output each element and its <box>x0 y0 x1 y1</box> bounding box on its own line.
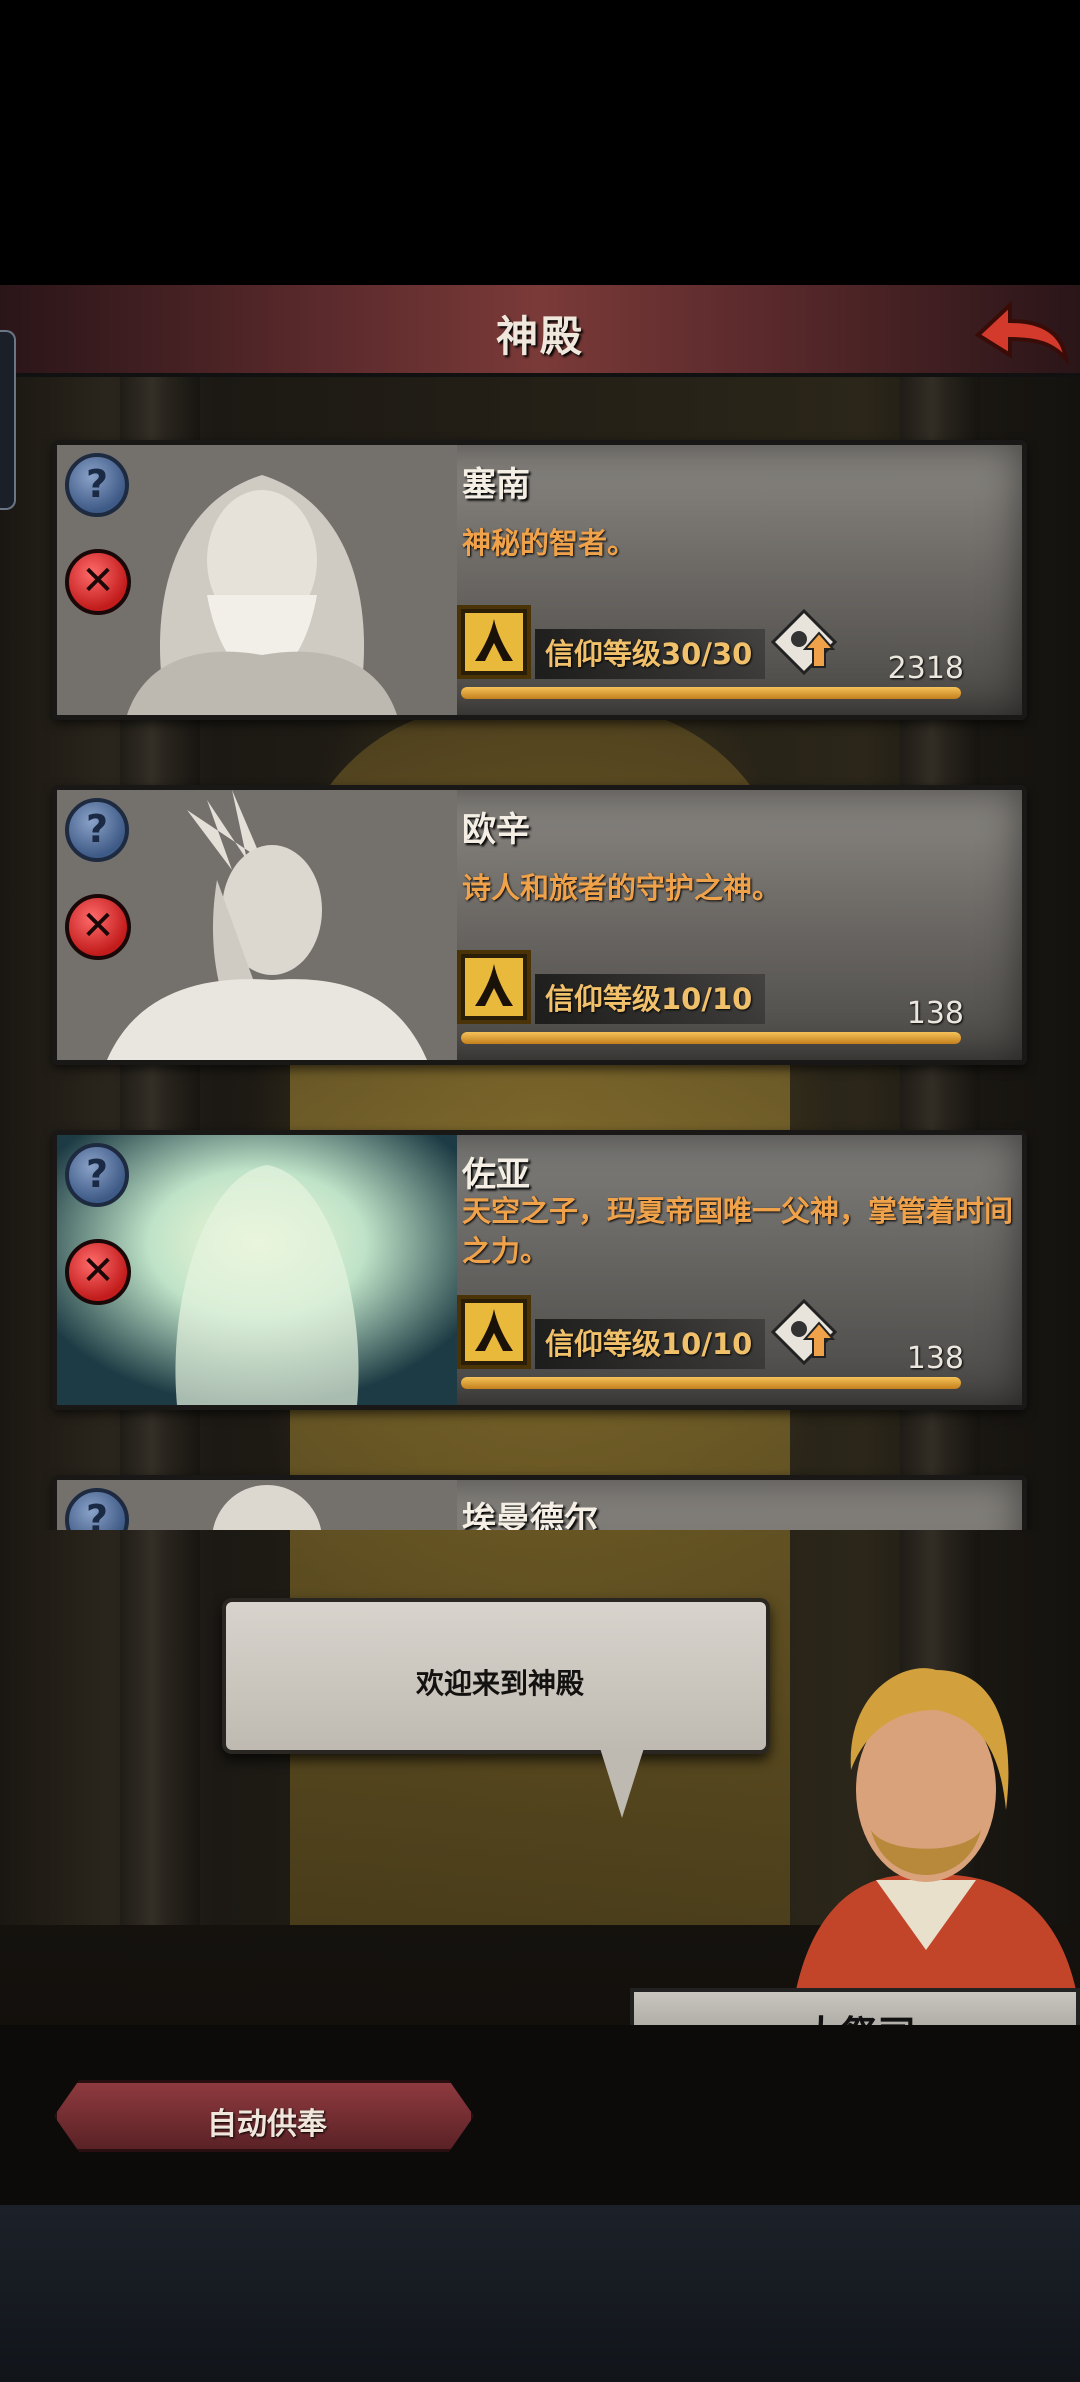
god-card[interactable]: ? ✕ 佐亚 天空之子，玛夏帝国唯一父神，掌管着时间之力。 信仰等级10/10 … <box>52 1130 1027 1410</box>
system-nav-bar <box>0 2205 1080 2382</box>
god-name: 欧辛 <box>462 810 530 850</box>
faith-level: 信仰等级10/10 <box>545 982 753 1016</box>
faith-progress <box>461 1377 961 1389</box>
faith-icon <box>457 950 531 1024</box>
high-priest-portrait <box>756 1650 1080 1990</box>
god-description: 天空之子，玛夏帝国唯一父神，掌管着时间之力。 <box>462 1194 1014 1268</box>
gods-list[interactable]: ? ✕ 塞南 神秘的智者。 信仰等级30/30 2318 ? ✕ 欧辛 诗人和旅… <box>0 430 1080 1530</box>
god-description: 诗人和旅者的守护之神。 <box>462 871 782 905</box>
upgrade-icon[interactable] <box>769 607 839 677</box>
remove-button[interactable]: ✕ <box>65 549 131 615</box>
header-bar: 神殿 <box>0 285 1080 377</box>
faith-level: 信仰等级10/10 <box>545 1327 753 1361</box>
offer-count: 2318 <box>887 651 964 686</box>
back-button[interactable] <box>970 295 1070 367</box>
dialog-tail <box>600 1748 644 1818</box>
faith-icon <box>457 605 531 679</box>
dialog-bubble[interactable]: 欢迎来到神殿 <box>222 1598 770 1754</box>
help-button[interactable]: ? <box>65 1143 129 1207</box>
god-description: 神秘的智者。 <box>462 526 637 560</box>
status-area <box>0 0 1080 285</box>
help-button[interactable]: ? <box>65 453 129 517</box>
god-card[interactable]: ? ✕ 欧辛 诗人和旅者的守护之神。 信仰等级10/10 138 <box>52 785 1027 1065</box>
god-card[interactable]: ? ✕ 塞南 神秘的智者。 信仰等级30/30 2318 <box>52 440 1027 720</box>
priest-icon <box>796 1668 1076 1990</box>
offer-count: 138 <box>906 996 964 1031</box>
auto-offer-button[interactable]: 自动供奉 <box>54 2080 474 2152</box>
back-arrow-icon <box>974 300 1069 366</box>
offer-count: 138 <box>906 1341 964 1376</box>
page-title: 神殿 <box>495 312 584 361</box>
auto-offer-label: 自动供奉 <box>207 2107 327 2142</box>
faith-icon <box>457 1295 531 1369</box>
help-button[interactable]: ? <box>65 798 129 862</box>
upgrade-icon[interactable] <box>769 1297 839 1367</box>
remove-button[interactable]: ✕ <box>65 1239 131 1305</box>
god-name: 塞南 <box>462 465 530 505</box>
faith-progress <box>461 1032 961 1044</box>
dialog-text: 欢迎来到神殿 <box>415 1667 584 1700</box>
god-name: 埃曼德尔 <box>462 1500 598 1530</box>
faith-progress <box>461 687 961 699</box>
god-card[interactable]: ? 埃曼德尔 <box>52 1475 1027 1530</box>
remove-button[interactable]: ✕ <box>65 894 131 960</box>
god-name: 佐亚 <box>462 1155 530 1195</box>
faith-level: 信仰等级30/30 <box>545 637 753 671</box>
